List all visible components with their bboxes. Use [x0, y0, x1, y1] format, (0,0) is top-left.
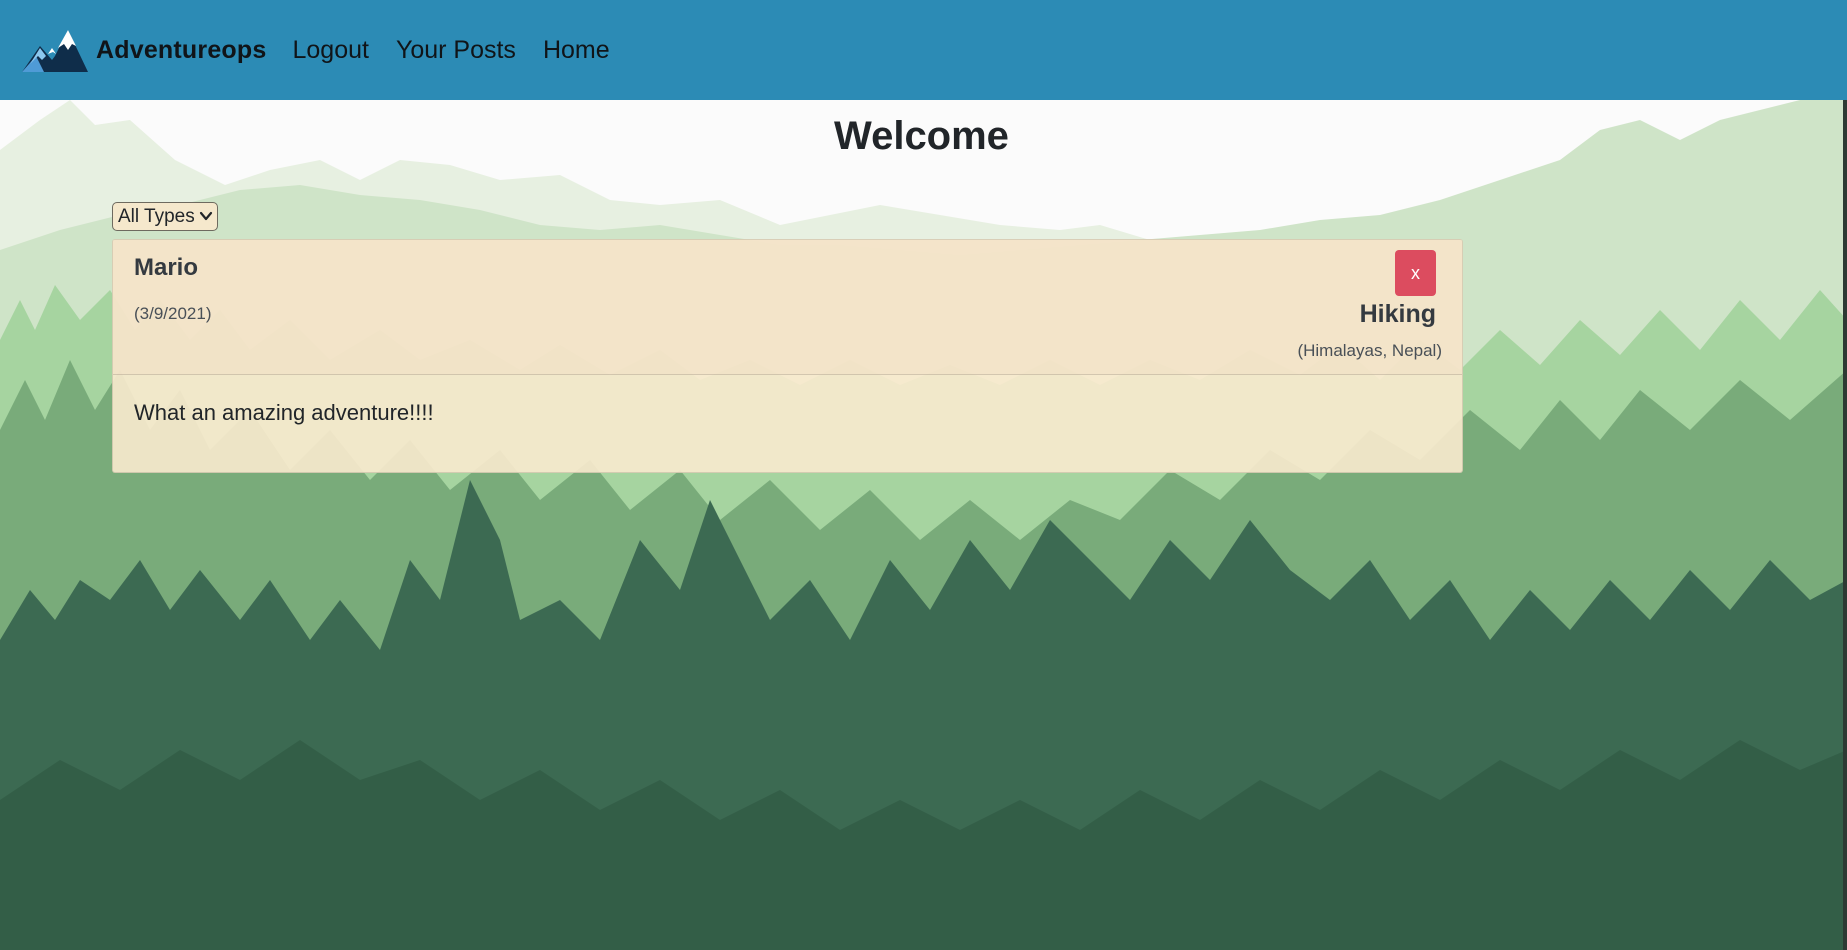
type-filter-select[interactable]: All Types	[112, 202, 218, 231]
top-navbar: Adventureops Logout Your Posts Home	[0, 0, 1847, 100]
post-author: Mario	[134, 254, 199, 281]
brand-link[interactable]: Adventureops	[22, 26, 266, 74]
post-date: (3/9/2021)	[134, 304, 212, 323]
page-title: Welcome	[834, 114, 1009, 158]
nav-link-home[interactable]: Home	[543, 36, 610, 65]
mountain-icon	[22, 30, 88, 72]
nav-link-logout[interactable]: Logout	[292, 36, 368, 65]
delete-post-button[interactable]: x	[1395, 250, 1436, 296]
post-body: What an amazing adventure!!!!	[134, 400, 434, 425]
post-card-header: Mario (3/9/2021) x Hiking (Himalayas, Ne…	[113, 240, 1462, 375]
nav-link-your-posts[interactable]: Your Posts	[396, 36, 516, 65]
post-activity-type: Hiking	[1359, 300, 1436, 328]
page-scrollbar[interactable]	[1843, 100, 1847, 950]
post-card: Mario (3/9/2021) x Hiking (Himalayas, Ne…	[112, 239, 1463, 473]
brand-name: Adventureops	[96, 35, 267, 64]
post-location: (Himalayas, Nepal)	[1297, 341, 1442, 360]
nav-links: Logout Your Posts Home	[282, 36, 626, 65]
